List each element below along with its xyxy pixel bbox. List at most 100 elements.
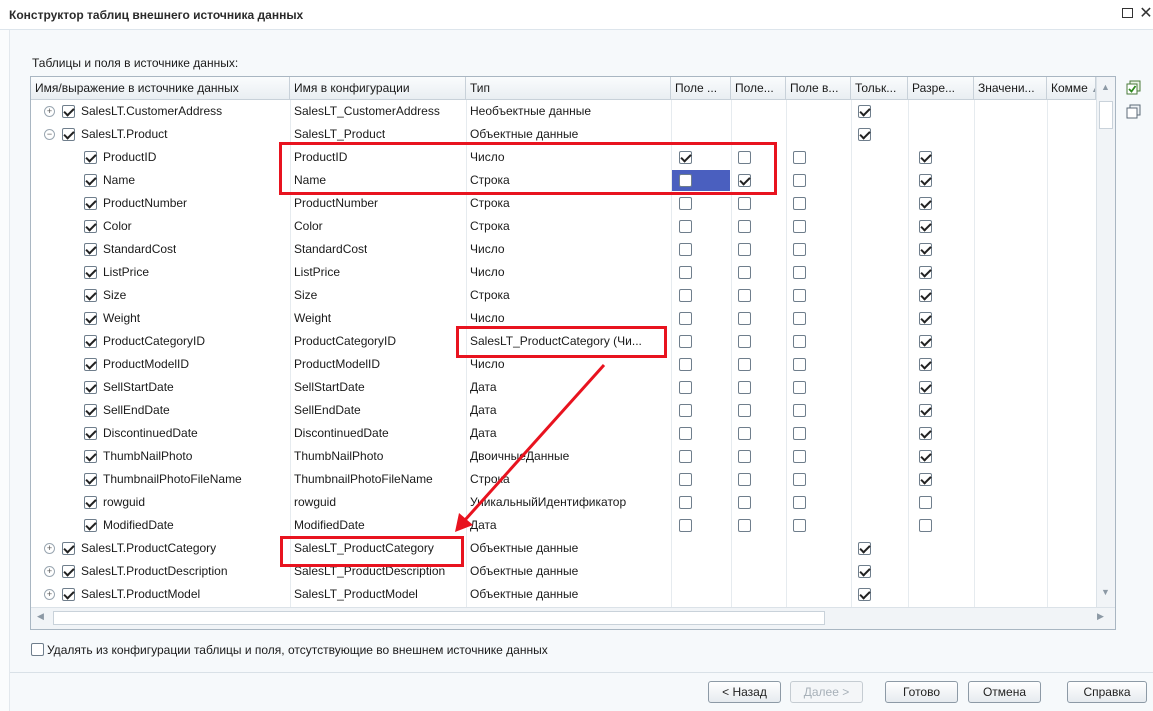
allowed-checkbox[interactable] bbox=[919, 289, 932, 302]
cancel-button[interactable]: Отмена bbox=[968, 681, 1041, 703]
table-row[interactable]: + SalesLT.CustomerAddress SalesLT_Customer… bbox=[31, 100, 1096, 123]
f2-checkbox[interactable] bbox=[738, 266, 751, 279]
help-button[interactable]: Справка bbox=[1067, 681, 1147, 703]
f1-checkbox[interactable] bbox=[679, 197, 692, 210]
allowed-checkbox[interactable] bbox=[919, 427, 932, 440]
f1-checkbox[interactable] bbox=[679, 243, 692, 256]
table-row[interactable]: ListPrice ListPrice Число bbox=[31, 261, 1096, 284]
type-cell[interactable]: Объектные данные bbox=[470, 560, 578, 583]
expand-icon[interactable]: + bbox=[44, 106, 55, 117]
type-cell[interactable]: Необъектные данные bbox=[470, 100, 591, 123]
row-include-checkbox[interactable] bbox=[84, 404, 97, 417]
allowed-checkbox[interactable] bbox=[919, 381, 932, 394]
allowed-checkbox[interactable] bbox=[919, 197, 932, 210]
row-include-checkbox[interactable] bbox=[84, 312, 97, 325]
type-cell[interactable]: Объектные данные bbox=[470, 583, 578, 606]
row-include-checkbox[interactable] bbox=[62, 105, 75, 118]
allowed-checkbox[interactable] bbox=[919, 220, 932, 233]
f3-checkbox[interactable] bbox=[793, 358, 806, 371]
f3-checkbox[interactable] bbox=[793, 496, 806, 509]
f2-checkbox[interactable] bbox=[738, 335, 751, 348]
row-include-checkbox[interactable] bbox=[84, 473, 97, 486]
table-row[interactable]: ThumbNailPhoto ThumbNailPhoto ДвоичныеДанн… bbox=[31, 445, 1096, 468]
collapse-icon[interactable]: − bbox=[44, 129, 55, 140]
f1-checkbox[interactable] bbox=[679, 289, 692, 302]
config-name-cell[interactable]: ThumbnailPhotoFileName bbox=[294, 468, 433, 491]
f2-checkbox[interactable] bbox=[738, 519, 751, 532]
f1-checkbox[interactable] bbox=[679, 496, 692, 509]
f2-checkbox[interactable] bbox=[738, 381, 751, 394]
maximize-icon[interactable] bbox=[1118, 4, 1136, 24]
col-header-type[interactable]: Тип bbox=[466, 77, 671, 100]
f3-checkbox[interactable] bbox=[793, 197, 806, 210]
readonly-checkbox[interactable] bbox=[858, 105, 871, 118]
scroll-up-icon[interactable]: ▲ bbox=[1101, 82, 1110, 92]
col-header-allowed[interactable]: Разре... bbox=[908, 77, 974, 100]
table-row[interactable]: ModifiedDate ModifiedDate Дата bbox=[31, 514, 1096, 537]
table-row[interactable]: ProductNumber ProductNumber Строка bbox=[31, 192, 1096, 215]
config-name-cell[interactable]: SalesLT_ProductModel bbox=[294, 583, 418, 606]
allowed-checkbox[interactable] bbox=[919, 335, 932, 348]
col-header-readonly[interactable]: Тольк... bbox=[851, 77, 908, 100]
horizontal-scroll-thumb[interactable] bbox=[53, 611, 825, 625]
f2-checkbox[interactable] bbox=[738, 289, 751, 302]
f2-checkbox[interactable] bbox=[738, 243, 751, 256]
expand-icon[interactable]: + bbox=[44, 543, 55, 554]
uncheck-all-icon[interactable] bbox=[1126, 104, 1142, 120]
readonly-checkbox[interactable] bbox=[858, 588, 871, 601]
allowed-checkbox[interactable] bbox=[919, 473, 932, 486]
config-name-cell[interactable]: Color bbox=[294, 215, 323, 238]
table-row[interactable]: StandardCost StandardCost Число bbox=[31, 238, 1096, 261]
f2-checkbox[interactable] bbox=[738, 358, 751, 371]
f2-checkbox[interactable] bbox=[738, 473, 751, 486]
f1-checkbox[interactable] bbox=[679, 266, 692, 279]
row-include-checkbox[interactable] bbox=[84, 381, 97, 394]
f3-checkbox[interactable] bbox=[793, 381, 806, 394]
f2-checkbox[interactable] bbox=[738, 496, 751, 509]
allowed-checkbox[interactable] bbox=[919, 519, 932, 532]
col-header-comment[interactable]: Комме ▲ bbox=[1047, 77, 1096, 100]
config-name-cell[interactable]: ProductNumber bbox=[294, 192, 378, 215]
f1-checkbox[interactable] bbox=[679, 358, 692, 371]
col-header-field1[interactable]: Поле ... bbox=[671, 77, 731, 100]
f3-checkbox[interactable] bbox=[793, 220, 806, 233]
row-include-checkbox[interactable] bbox=[84, 220, 97, 233]
col-header-config[interactable]: Имя в конфигурации bbox=[290, 77, 466, 100]
f1-checkbox[interactable] bbox=[679, 335, 692, 348]
row-include-checkbox[interactable] bbox=[84, 266, 97, 279]
delete-missing-checkbox[interactable] bbox=[31, 643, 44, 656]
f1-checkbox[interactable] bbox=[679, 519, 692, 532]
f1-checkbox[interactable] bbox=[679, 404, 692, 417]
type-cell[interactable]: Дата bbox=[470, 422, 497, 445]
config-name-cell[interactable]: ModifiedDate bbox=[294, 514, 365, 537]
f2-checkbox[interactable] bbox=[738, 197, 751, 210]
f1-checkbox[interactable] bbox=[679, 381, 692, 394]
col-header-field2[interactable]: Поле... bbox=[731, 77, 786, 100]
allowed-checkbox[interactable] bbox=[919, 312, 932, 325]
back-button[interactable]: < Назад bbox=[708, 681, 781, 703]
row-include-checkbox[interactable] bbox=[84, 358, 97, 371]
table-row[interactable]: + SalesLT.ProductDescription SalesLT_Produ… bbox=[31, 560, 1096, 583]
config-name-cell[interactable]: ProductModelID bbox=[294, 353, 380, 376]
config-name-cell[interactable]: Weight bbox=[294, 307, 331, 330]
type-cell[interactable]: Дата bbox=[470, 376, 497, 399]
row-include-checkbox[interactable] bbox=[62, 128, 75, 141]
allowed-checkbox[interactable] bbox=[919, 404, 932, 417]
type-cell[interactable]: Число bbox=[470, 238, 505, 261]
config-name-cell[interactable]: ListPrice bbox=[294, 261, 340, 284]
type-cell[interactable]: Строка bbox=[470, 284, 510, 307]
f3-checkbox[interactable] bbox=[793, 151, 806, 164]
type-cell[interactable]: Строка bbox=[470, 192, 510, 215]
table-row[interactable]: + SalesLT.ProductModel SalesLT_ProductMode… bbox=[31, 583, 1096, 606]
allowed-checkbox[interactable] bbox=[919, 151, 932, 164]
config-name-cell[interactable]: DiscontinuedDate bbox=[294, 422, 389, 445]
allowed-checkbox[interactable] bbox=[919, 174, 932, 187]
f3-checkbox[interactable] bbox=[793, 335, 806, 348]
config-name-cell[interactable]: ProductCategoryID bbox=[294, 330, 396, 353]
f3-checkbox[interactable] bbox=[793, 404, 806, 417]
config-name-cell[interactable]: SalesLT_CustomerAddress bbox=[294, 100, 440, 123]
row-include-checkbox[interactable] bbox=[84, 450, 97, 463]
type-cell[interactable]: Число bbox=[470, 261, 505, 284]
done-button[interactable]: Готово bbox=[885, 681, 958, 703]
type-cell[interactable]: Дата bbox=[470, 514, 497, 537]
